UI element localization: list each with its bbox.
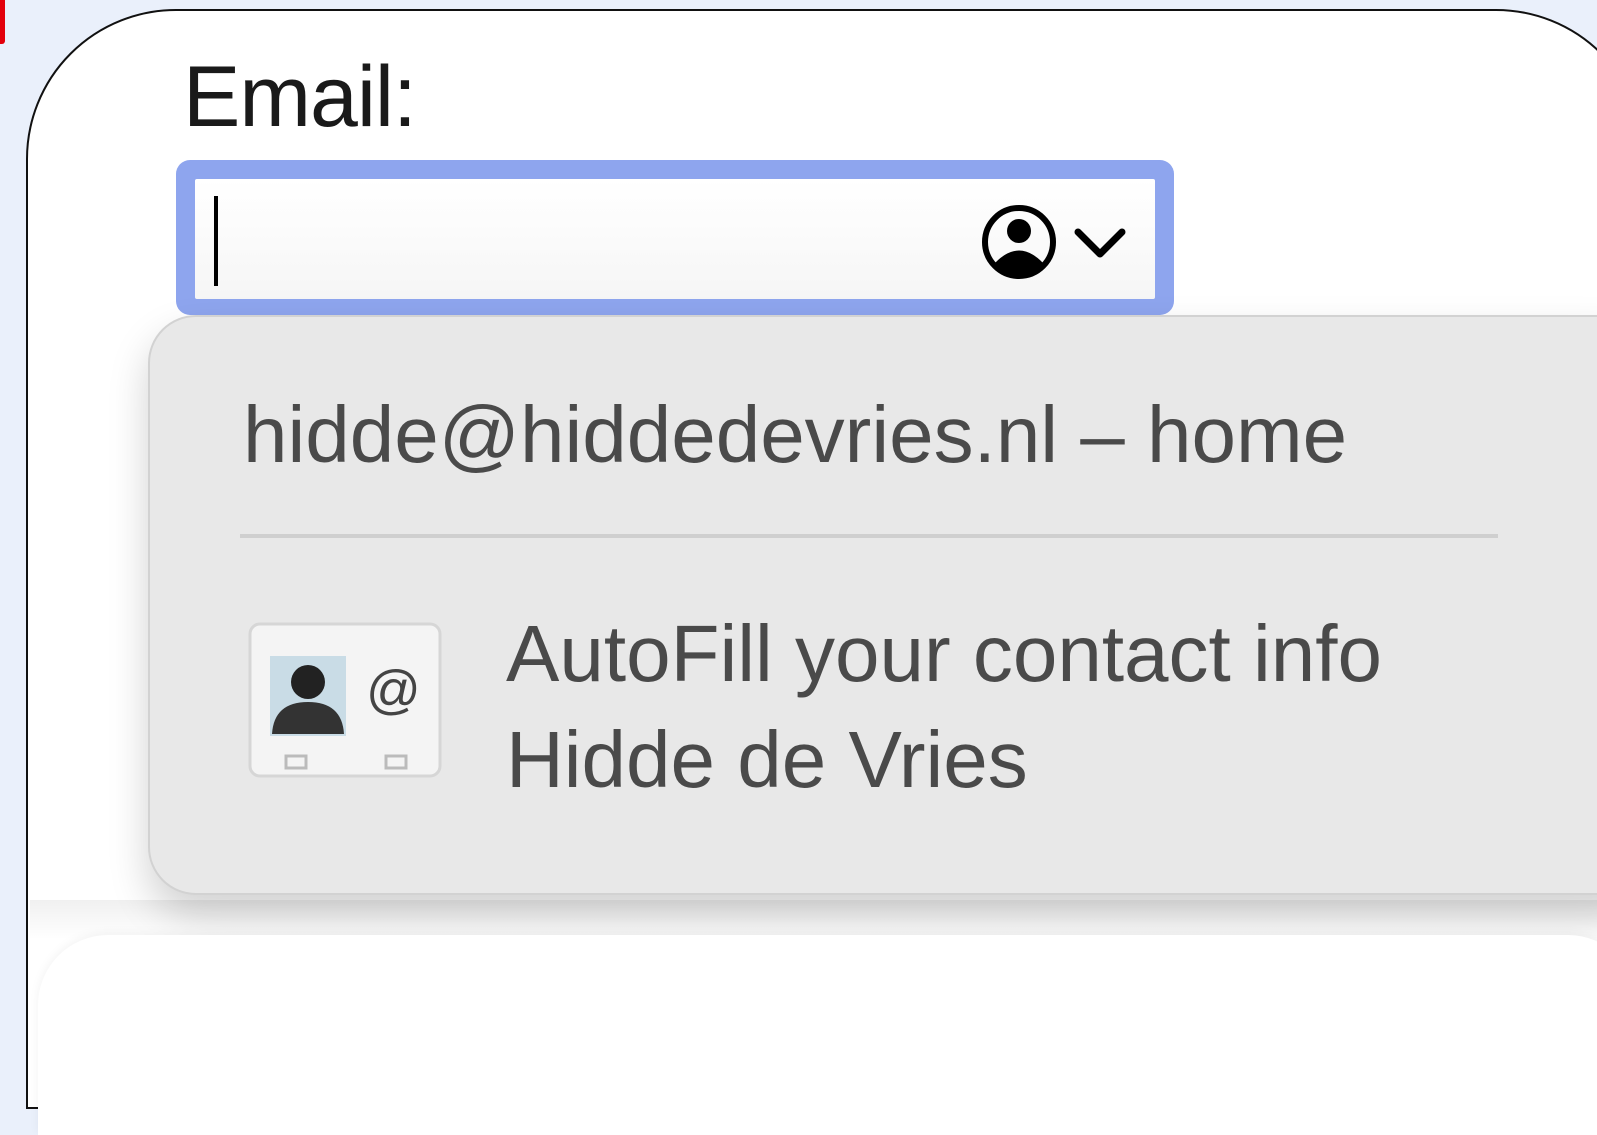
contact-card-icon: @ — [248, 622, 442, 778]
popup-shadow — [30, 900, 1597, 940]
text-caret — [214, 196, 218, 286]
bottom-panel — [38, 935, 1597, 1135]
autofill-contact-name[interactable]: Hidde de Vries — [506, 720, 1028, 800]
red-corner-marker — [0, 0, 5, 44]
autofill-contact-item[interactable]: AutoFill your contact info — [506, 614, 1382, 694]
email-label: Email: — [183, 49, 417, 145]
menu-divider — [240, 534, 1498, 538]
svg-text:@: @ — [366, 660, 421, 720]
email-suggestion-item[interactable]: hidde@hiddedevries.nl – home — [243, 395, 1347, 475]
contact-autofill-icon[interactable] — [976, 200, 1136, 284]
